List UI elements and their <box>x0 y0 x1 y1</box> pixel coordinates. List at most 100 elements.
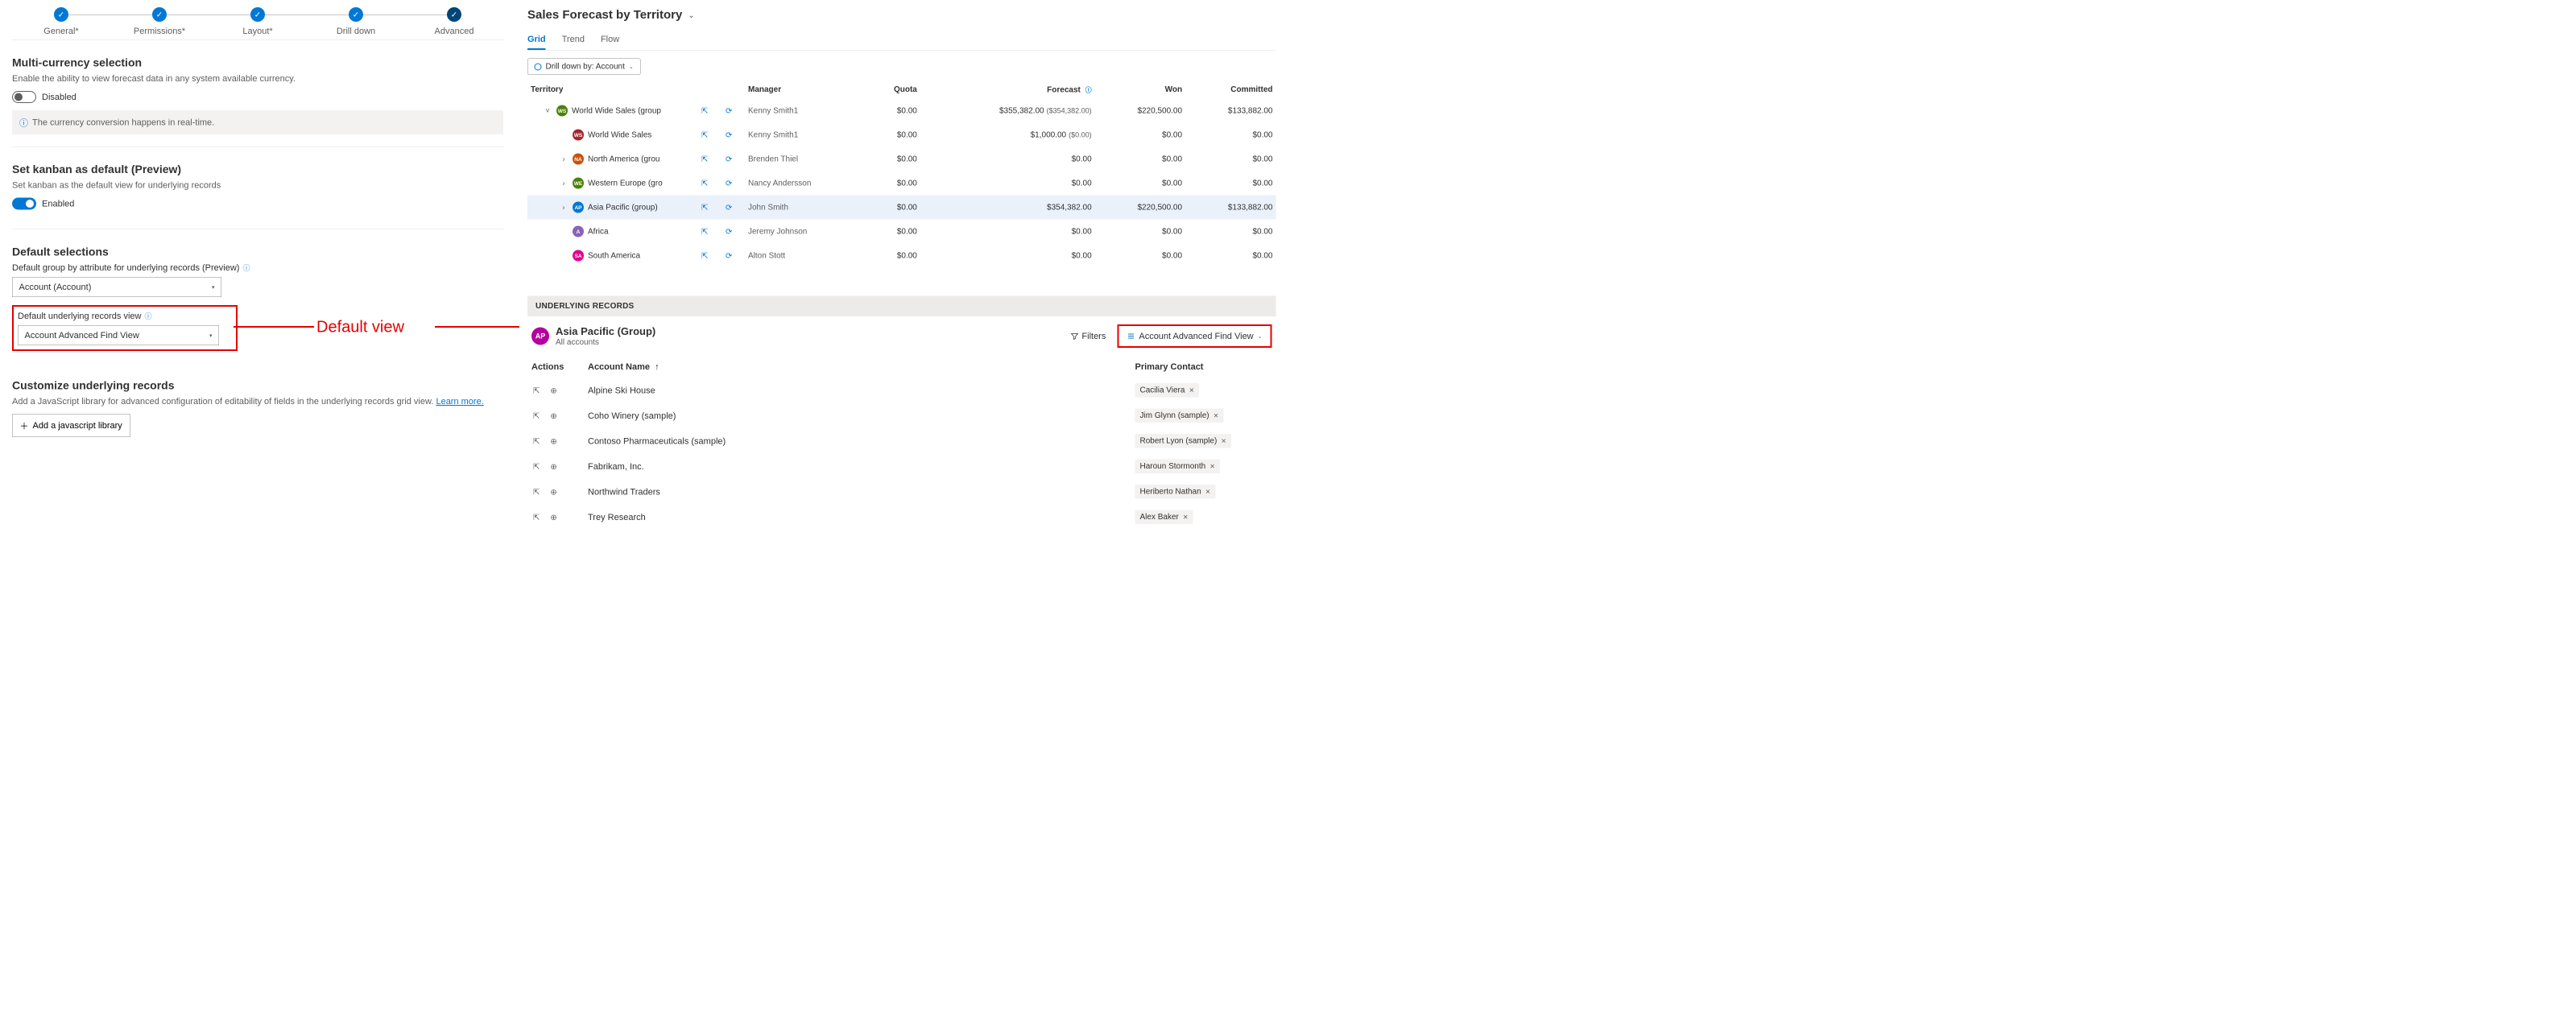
add-icon[interactable]: ⊕ <box>548 386 558 395</box>
step-drilldown[interactable]: ✓ Drill down <box>307 0 405 36</box>
group-avatar: AP <box>531 328 549 345</box>
account-row[interactable]: ⇱⊕Northwind TradersHeriberto Nathan✕ <box>527 479 1276 505</box>
add-icon[interactable]: ⊕ <box>548 437 558 446</box>
remove-icon[interactable]: ✕ <box>1205 488 1211 496</box>
remove-icon[interactable]: ✕ <box>1221 437 1226 445</box>
info-icon[interactable]: ⓘ <box>1085 87 1092 94</box>
list-icon <box>1127 332 1135 341</box>
select-default-view[interactable]: Account Advanced Find View ▾ <box>18 325 219 345</box>
contact-chip[interactable]: Robert Lyon (sample)✕ <box>1135 434 1231 448</box>
remove-icon[interactable]: ✕ <box>1183 513 1189 521</box>
open-icon[interactable]: ⇱ <box>700 155 709 163</box>
open-record-icon[interactable]: ⇱ <box>531 488 541 497</box>
open-record-icon[interactable]: ⇱ <box>531 462 541 471</box>
remove-icon[interactable]: ✕ <box>1189 386 1194 394</box>
account-row[interactable]: ⇱ ⊕ Trey Research Alex Baker✕ <box>527 505 1276 531</box>
contact-chip[interactable]: Heriberto Nathan✕ <box>1135 485 1216 499</box>
account-row[interactable]: ⇱⊕Coho Winery (sample)Jim Glynn (sample)… <box>527 403 1276 429</box>
open-record-icon[interactable]: ⇱ <box>531 437 541 446</box>
forecast-row[interactable]: ˅WSWorld Wide Sales (group⇱⟳Kenny Smith1… <box>527 99 1276 123</box>
account-row[interactable]: ⇱⊕Contoso Pharmaceuticals (sample)Robert… <box>527 428 1276 454</box>
refresh-icon[interactable]: ⟳ <box>724 179 734 188</box>
refresh-icon[interactable]: ⟳ <box>724 130 734 139</box>
open-record-icon[interactable]: ⇱ <box>531 411 541 420</box>
remove-icon[interactable]: ✕ <box>1209 462 1215 470</box>
step-advanced[interactable]: ✓ Advanced <box>405 0 503 36</box>
info-icon[interactable]: ⓘ <box>144 311 151 321</box>
step-layout[interactable]: ✓ Layout* <box>209 0 307 36</box>
chevron-down-icon: ⌄ <box>1258 332 1263 340</box>
col-primary-contact[interactable]: Primary Contact <box>1131 356 1276 378</box>
account-row[interactable]: ⇱⊕Fabrikam, Inc.Haroun Stormonth✕ <box>527 454 1276 480</box>
forecast-row[interactable]: AAfrica⇱⟳Jeremy Johnson$0.00$0.00$0.00$0… <box>527 220 1276 244</box>
step-general[interactable]: ✓ General* <box>12 0 110 36</box>
refresh-icon[interactable]: ⟳ <box>724 227 734 236</box>
tab-flow[interactable]: Flow <box>601 30 619 50</box>
expand-icon[interactable]: › <box>559 179 569 188</box>
forecast-cell: $0.00 <box>920 147 1095 171</box>
tab-trend[interactable]: Trend <box>562 30 585 50</box>
add-icon[interactable]: ⊕ <box>548 411 558 420</box>
open-icon[interactable]: ⇱ <box>700 203 709 212</box>
open-icon[interactable]: ⇱ <box>700 251 709 260</box>
remove-icon[interactable]: ✕ <box>1214 411 1219 419</box>
forecast-row[interactable]: ›APAsia Pacific (group)⇱⟳John Smith$0.00… <box>527 196 1276 220</box>
account-name: Trey Research <box>584 505 1131 531</box>
learn-more-link[interactable]: Learn more. <box>436 396 483 407</box>
field-label-defaultview: Default underlying records view ⓘ <box>18 311 232 321</box>
forecast-row[interactable]: SASouth America⇱⟳Alton Stott$0.00$0.00$0… <box>527 244 1276 268</box>
expand-icon[interactable]: › <box>559 203 569 212</box>
add-js-library-button[interactable]: ＋ Add a javascript library <box>12 414 130 437</box>
forecast-row[interactable]: ›WEWestern Europe (gro⇱⟳Nancy Andersson$… <box>527 171 1276 196</box>
forecast-cell: $354,382.00 <box>920 196 1095 220</box>
contact-chip[interactable]: Haroun Stormonth✕ <box>1135 460 1220 474</box>
refresh-icon[interactable]: ⟳ <box>724 251 734 260</box>
territory-name: South America <box>588 251 640 261</box>
col-account-name[interactable]: Account Name ↑ <box>584 356 1131 378</box>
info-icon[interactable]: ⓘ <box>242 262 250 273</box>
contact-chip[interactable]: Cacilia Viera✕ <box>1135 383 1200 398</box>
committed-cell: $0.00 <box>1185 220 1276 244</box>
account-row[interactable]: ⇱⊕Alpine Ski HouseCacilia Viera✕ <box>527 378 1276 403</box>
view-selector[interactable]: Account Advanced Find View ⌄ <box>1120 328 1268 345</box>
toggle-multicurrency[interactable] <box>12 91 36 103</box>
toggle-kanban[interactable] <box>12 198 36 210</box>
refresh-icon[interactable]: ⟳ <box>724 155 734 163</box>
col-committed[interactable]: Committed <box>1185 81 1276 99</box>
chevron-down-icon[interactable]: ⌄ <box>688 10 694 20</box>
expand-icon[interactable]: ˅ <box>543 106 552 115</box>
col-quota[interactable]: Quota <box>868 81 920 99</box>
contact-name: Haroun Stormonth <box>1140 462 1206 472</box>
col-actions[interactable]: Actions <box>527 356 584 378</box>
add-icon[interactable]: ⊕ <box>548 513 558 522</box>
contact-chip[interactable]: Jim Glynn (sample)✕ <box>1135 409 1224 423</box>
add-icon[interactable]: ⊕ <box>548 462 558 471</box>
expand-icon[interactable]: › <box>559 155 569 163</box>
quota-cell: $0.00 <box>868 220 920 244</box>
open-icon[interactable]: ⇱ <box>700 179 709 188</box>
forecast-cell: $0.00 <box>920 220 1095 244</box>
add-icon[interactable]: ⊕ <box>548 488 558 497</box>
drilldown-selector[interactable]: Drill down by: Account ⌄ <box>527 59 640 76</box>
refresh-icon[interactable]: ⟳ <box>724 106 734 115</box>
filters-button[interactable]: Filters <box>1065 328 1110 344</box>
tab-grid[interactable]: Grid <box>527 30 546 50</box>
open-icon[interactable]: ⇱ <box>700 106 709 115</box>
forecast-row[interactable]: WSWorld Wide Sales⇱⟳Kenny Smith1$0.00$1,… <box>527 123 1276 147</box>
check-icon: ✓ <box>54 7 68 22</box>
select-groupby[interactable]: Account (Account) ▾ <box>12 277 221 297</box>
col-manager[interactable]: Manager <box>745 81 868 99</box>
contact-name: Robert Lyon (sample) <box>1140 436 1218 446</box>
col-territory[interactable]: Territory <box>527 81 697 99</box>
step-permissions[interactable]: ✓ Permissions* <box>110 0 209 36</box>
open-record-icon[interactable]: ⇱ <box>531 386 541 395</box>
col-won[interactable]: Won <box>1095 81 1185 99</box>
section-title: Default selections <box>12 246 503 258</box>
forecast-row[interactable]: ›NANorth America (grou⇱⟳Brenden Thiel$0.… <box>527 147 1276 171</box>
open-icon[interactable]: ⇱ <box>700 227 709 236</box>
col-forecast[interactable]: Forecast ⓘ <box>920 81 1095 99</box>
contact-chip[interactable]: Alex Baker✕ <box>1135 510 1193 525</box>
refresh-icon[interactable]: ⟳ <box>724 203 734 212</box>
open-icon[interactable]: ⇱ <box>700 130 709 139</box>
open-record-icon[interactable]: ⇱ <box>531 513 541 522</box>
